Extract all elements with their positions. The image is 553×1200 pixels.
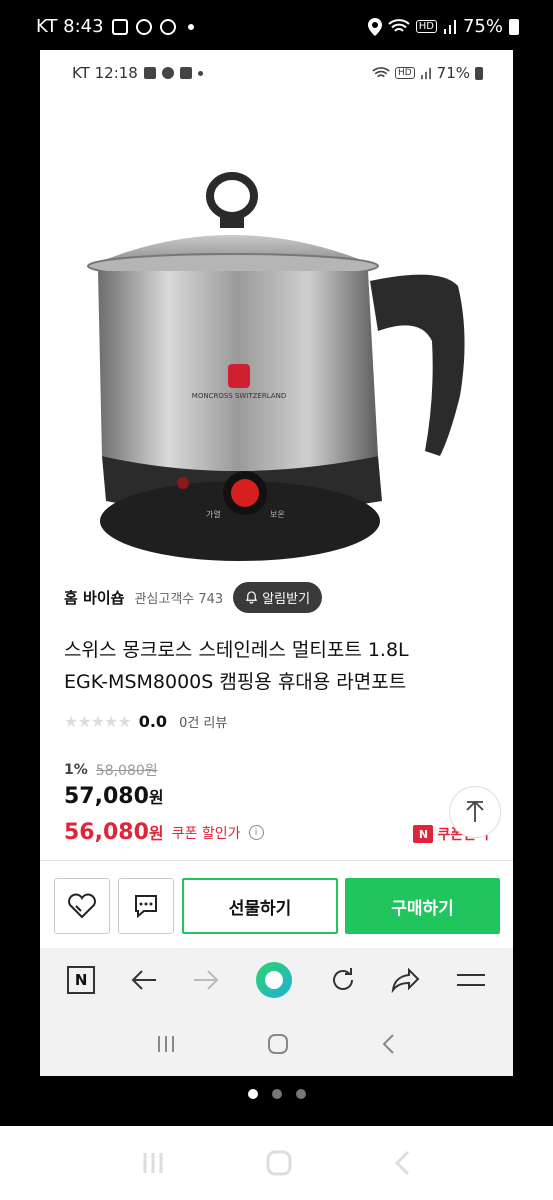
home-icon[interactable] — [265, 1149, 293, 1177]
chat-icon — [161, 67, 174, 79]
browser-toolbar: N — [40, 948, 513, 1012]
coupon-row: 56,080원 쿠폰 할인가 i — [64, 820, 264, 845]
gallery-icon — [111, 18, 128, 35]
info-icon[interactable]: i — [248, 825, 264, 840]
shop-name[interactable]: 홈 바이숍 — [64, 587, 124, 608]
naver-home-button[interactable]: N — [67, 966, 96, 994]
alarm-button-label: 알림받기 — [262, 592, 311, 607]
product-image[interactable]: MONCROSS SWITZERLAND 가열 보온 — [40, 96, 513, 616]
naver-n-icon: N — [413, 825, 434, 843]
coupon-price-value: 56,080 — [64, 820, 149, 845]
outer-status-bar: KT 8:43 HD 75% — [0, 0, 553, 50]
shop-row: 홈 바이숍 관심고객수 743 알림받기 — [64, 582, 323, 613]
signal-icon — [443, 19, 456, 34]
divider — [40, 860, 513, 861]
coupon-price: 56,080원 — [64, 820, 164, 845]
back-icon[interactable] — [392, 1149, 414, 1177]
refresh-icon[interactable] — [329, 966, 357, 994]
heart-icon — [68, 893, 96, 919]
discount-row: 1% 58,080원 — [64, 760, 158, 780]
inner-system-nav — [40, 1012, 513, 1076]
review-count: 0건 리뷰 — [179, 716, 228, 731]
product-title-line1: 스위스 몽크로스 스테인레스 멀티포트 1.8L — [64, 639, 409, 661]
recent-apps-icon[interactable] — [155, 1033, 177, 1055]
sale-price: 57,080원 — [64, 784, 164, 809]
bell-plus-icon — [246, 591, 258, 604]
dial-label-warm: 보온 — [270, 510, 285, 519]
coupon-label: 쿠폰 할인가 — [171, 825, 241, 842]
wifi-icon — [372, 66, 390, 77]
signal-icon — [420, 67, 431, 79]
hd-icon: HD — [394, 67, 415, 79]
share-icon[interactable] — [391, 967, 421, 993]
star-rating-icon: ★★★★★ — [64, 712, 132, 731]
alarm-button[interactable]: 알림받기 — [233, 582, 323, 613]
outer-battery-percent: 75% — [462, 16, 503, 37]
talk-button[interactable] — [118, 878, 174, 934]
youtube-icon — [179, 67, 192, 79]
back-arrow-icon[interactable] — [130, 968, 158, 992]
gift-button[interactable]: 선물하기 — [182, 878, 338, 934]
chrome-icon-2 — [159, 18, 176, 35]
rating-row[interactable]: ★★★★★ 0.0 0건 리뷰 — [64, 712, 227, 731]
outer-system-nav — [0, 1126, 553, 1200]
outer-clock: KT 8:43 — [36, 16, 104, 37]
battery-icon — [475, 66, 483, 80]
sale-price-unit: 원 — [148, 788, 164, 807]
battery-icon — [509, 18, 519, 35]
chat-bubble-icon — [135, 895, 157, 919]
hd-icon: HD — [415, 20, 437, 33]
gallery-icon — [143, 67, 156, 79]
inner-battery-percent: 71% — [436, 64, 470, 82]
forward-arrow-icon[interactable] — [192, 968, 220, 992]
green-dot-home-icon[interactable] — [254, 960, 294, 1000]
inner-screenshot: KT 12:18 HD 71% MONCROSS SWITZERLAND 가열 … — [40, 50, 513, 1076]
pager-dot-1[interactable] — [247, 1089, 258, 1099]
discount-percent: 1% — [64, 762, 88, 778]
home-icon[interactable] — [266, 1032, 290, 1056]
pager-dot-2[interactable] — [271, 1089, 282, 1099]
buy-button[interactable]: 구매하기 — [345, 878, 500, 934]
recent-apps-icon[interactable] — [140, 1150, 166, 1176]
product-title: 스위스 몽크로스 스테인레스 멀티포트 1.8L EGK-MSM8000S 캠핑… — [64, 634, 494, 698]
pager-dot-3[interactable] — [295, 1089, 306, 1099]
brand-logo-text: MONCROSS SWITZERLAND — [192, 392, 286, 400]
more-notifications-icon — [197, 70, 203, 76]
wifi-icon — [388, 18, 410, 32]
rating-score: 0.0 — [138, 712, 168, 731]
naver-n-label: N — [74, 971, 88, 989]
chrome-icon — [135, 18, 152, 35]
close-icon[interactable] — [40, 122, 66, 152]
original-price: 58,080원 — [95, 763, 158, 779]
purchase-action-bar: 선물하기 구매하기 — [40, 868, 513, 948]
coupon-price-unit: 원 — [148, 824, 164, 843]
product-title-line2: EGK-MSM8000S 캠핑용 휴대용 라면포트 — [64, 671, 407, 693]
fan-count: 관심고객수 743 — [134, 592, 224, 607]
location-icon — [367, 17, 382, 36]
more-notifications-icon — [187, 23, 194, 30]
arrow-up-icon — [466, 800, 484, 822]
inner-clock: KT 12:18 — [72, 64, 138, 82]
wishlist-button[interactable] — [54, 878, 110, 934]
menu-icon[interactable] — [456, 970, 486, 990]
image-pager — [0, 1082, 553, 1106]
inner-status-bar: KT 12:18 HD 71% — [40, 50, 513, 96]
back-icon[interactable] — [379, 1032, 399, 1056]
multipot-illustration: MONCROSS SWITZERLAND 가열 보온 — [87, 172, 465, 561]
sale-price-value: 57,080 — [64, 784, 149, 809]
dial-label-heat: 가열 — [206, 510, 221, 519]
scroll-top-button[interactable] — [449, 786, 501, 838]
